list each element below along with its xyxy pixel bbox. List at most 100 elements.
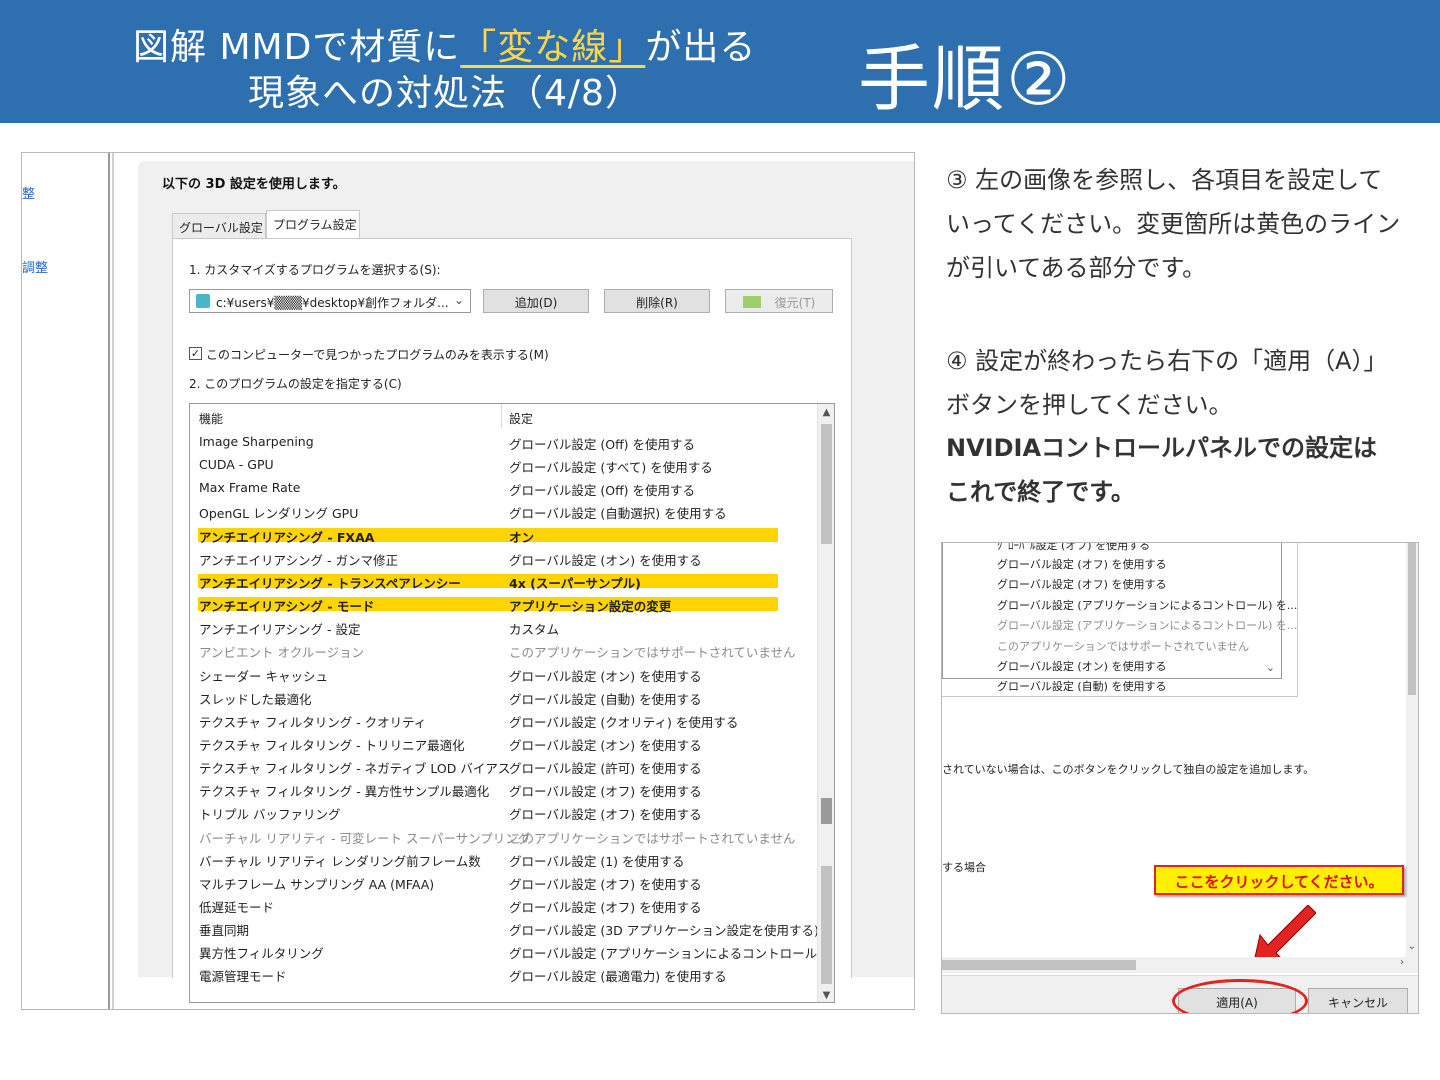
settings-list-crop[interactable]: ｸﾞﾛｰﾊﾞﾙ設定 (オフ) を使用する グローバル設定 (オフ) を使用するグ… [942,543,1297,693]
remove-button[interactable]: 削除(R) [604,289,710,313]
feature-row[interactable]: テクスチャ フィルタリング - クオリティ グローバル設定 (クオリティ) を使用… [190,710,820,730]
feature-setting-value[interactable]: グローバル設定 (Off) を使用する [509,480,695,499]
list-item[interactable]: グローバル設定 (自動) を使用する [997,678,1166,694]
feature-setting-value[interactable]: グローバル設定 (Off) を使用する [509,434,695,453]
sidebar-link-1[interactable]: 整 [22,183,35,202]
feature-name: スレッドした最適化 [199,691,312,707]
column-header-setting[interactable]: 設定 [509,410,533,427]
feature-setting-value[interactable]: グローバル設定 (オフ) を使用する [509,897,702,916]
feature-row[interactable]: CUDA - GPU グローバル設定 (すべて) を使用する [190,455,820,475]
feature-row[interactable]: アンチエイリアシング - 設定 カスタム [190,617,820,637]
feature-setting-value[interactable]: グローバル設定 (オフ) を使用する [509,804,702,823]
list-item[interactable]: グローバル設定 (オフ) を使用する [997,576,1166,592]
list-item[interactable]: グローバル設定 (アプリケーションによるコントロール) を... [997,617,1297,633]
horizontal-scroll-thumb[interactable] [942,960,1136,970]
click-here-callout: ここをクリックしてください。 [1154,865,1404,895]
feature-row[interactable]: 垂直同期 グローバル設定 (3D アプリケーション設定を使用する) ... [190,918,834,939]
feature-setting-value[interactable]: グローバル設定 (オフ) を使用する [509,874,702,893]
feature-setting-value[interactable]: グローバル設定 (自動選択) を使用する [509,503,727,522]
column-header-feature[interactable]: 機能 [199,410,223,427]
pane-divider[interactable] [108,153,114,1009]
feature-row[interactable]: アンチエイリアシング - ガンマ修正 グローバル設定 (オン) を使用する [190,548,820,568]
feature-row[interactable]: 低遅延モード グローバル設定 (オフ) を使用する [190,895,820,915]
feature-row[interactable]: テクスチャ フィルタリング - 異方性サンプル最適化 グローバル設定 (オフ) を… [190,779,820,799]
feature-row[interactable]: Max Frame Rate グローバル設定 (Off) を使用する [190,478,820,498]
feature-row[interactable]: Image Sharpening グローバル設定 (Off) を使用する [190,432,820,452]
feature-row[interactable]: テクスチャ フィルタリング - トリリニア最適化 グローバル設定 (オン) を使用… [190,733,820,753]
feature-row[interactable]: アンチエイリアシング - FXAA オン [190,525,820,545]
column-separator[interactable] [501,404,502,428]
feature-setting-value[interactable]: グローバル設定 (自動) を使用する [509,689,702,708]
feature-row[interactable]: シェーダー キャッシュ グローバル設定 (オン) を使用する [190,664,820,684]
feature-setting-value[interactable]: 4x (スーパーサンプル) [509,573,641,592]
chevron-down-icon[interactable]: ⌄ [1266,661,1275,674]
feature-setting-value[interactable]: このアプリケーションではサポートされていません [509,642,796,661]
feature-row[interactable]: 電源管理モード グローバル設定 (最適電力) を使用する [190,964,820,984]
feature-setting-value[interactable]: グローバル設定 (最適電力) を使用する [509,966,727,985]
feature-row[interactable]: バーチャル リアリティ レンダリング前フレーム数 グローバル設定 (1) を使用す… [190,849,820,869]
panel-title: 以下の 3D 設定を使用します。 [162,177,346,192]
scroll-thumb-upper[interactable] [821,424,832,544]
scroll-thumb[interactable] [821,798,832,824]
chevron-down-icon[interactable]: ⌄ [1406,941,1418,952]
feature-name: 電源管理モード [199,969,287,985]
feature-setting-value[interactable]: グローバル設定 (オフ) を使用する [509,781,702,800]
show-found-programs-label: このコンピューターで見つかったプログラムのみを表示する(M) [206,348,549,362]
list-item[interactable]: グローバル設定 (アプリケーションによるコントロール) を... [997,597,1297,613]
horizontal-scrollbar[interactable]: › [942,957,1418,973]
feature-row[interactable]: バーチャル リアリティ - 可変レート スーパーサンプリング このアプリケーション… [190,826,820,846]
feature-setting-value[interactable]: このアプリケーションではサポートされていません [509,828,796,847]
feature-name: アンチエイリアシング - 設定 [199,622,361,638]
feature-row[interactable]: OpenGL レンダリング GPU グローバル設定 (自動選択) を使用する [190,501,820,521]
tab-global-settings[interactable]: グローバル設定 [172,213,266,239]
show-found-programs-checkbox[interactable]: ✓ [189,347,202,360]
feature-row[interactable]: アンビエント オクルージョン このアプリケーションではサポートされていません [190,640,820,660]
feature-setting-value[interactable]: グローバル設定 (すべて) を使用する [509,457,713,476]
feature-setting-value[interactable]: グローバル設定 (3D アプリケーション設定を使用する) ... [509,920,834,939]
feature-setting-value[interactable]: グローバル設定 (オン) を使用する [509,666,702,685]
feature-setting-value[interactable]: グローバル設定 (クオリティ) を使用する [509,712,738,731]
program-select[interactable]: c:¥users¥▒▒▒¥desktop¥創作フォルダ... ⌄ [189,289,471,313]
tab-program-settings[interactable]: プログラム設定 [266,210,360,239]
feature-setting-value[interactable]: グローバル設定 (オン) を使用する [509,550,702,569]
instruction-step3: ③ 左の画像を参照し、各項目を設定して いってください。変更箇所は黄色のライン … [946,158,1416,290]
list-item[interactable]: グローバル設定 (オン) を使用する [997,658,1166,674]
feature-row[interactable]: テクスチャ フィルタリング - ネガティブ LOD バイアス グローバル設定 (許… [190,756,820,776]
feature-name: テクスチャ フィルタリング - 異方性サンプル最適化 [199,784,490,800]
scroll-up-icon[interactable]: ▲ [818,404,834,421]
scroll-track-lower[interactable] [821,866,832,984]
feature-setting-value[interactable]: アプリケーション設定の変更 [509,596,671,615]
feature-name: OpenGL レンダリング GPU [199,506,359,522]
chevron-right-icon[interactable]: › [1400,957,1404,968]
right-vertical-scrollbar[interactable]: ⌄ [1406,543,1418,963]
cancel-button[interactable]: キャンセル [1308,988,1408,1013]
list-item[interactable]: グローバル設定 (オフ) を使用する [997,556,1166,572]
feature-row[interactable]: マルチフレーム サンプリング AA (MFAA) グローバル設定 (オフ) を使用… [190,872,820,892]
feature-name: マルチフレーム サンプリング AA (MFAA) [199,876,435,892]
feature-setting-value[interactable]: グローバル設定 (アプリケーションによるコントロール) を... [509,943,834,962]
right-scroll-thumb[interactable] [1408,543,1416,695]
feature-setting-value[interactable]: カスタム [509,619,559,638]
feature-setting-value[interactable]: オン [509,527,534,546]
instruction-step3-line1: ③ 左の画像を参照し、各項目を設定して [946,166,1383,194]
feature-setting-value[interactable]: グローバル設定 (1) を使用する [509,851,685,870]
sidebar-link-adjust[interactable]: 調整 [22,257,48,276]
vertical-scrollbar[interactable]: ▲ ▼ [817,404,834,1002]
feature-row[interactable]: アンチエイリアシング - モード アプリケーション設定の変更 [190,594,820,614]
feature-name: 低遅延モード [199,900,275,915]
feature-row[interactable]: 異方性フィルタリング グローバル設定 (アプリケーションによるコントロール) を.… [190,941,834,961]
feature-row[interactable]: アンチエイリアシング - トランスペアレンシー 4x (スーパーサンプル) [190,571,820,591]
feature-settings-list[interactable]: 機能 設定 Image Sharpening グローバル設定 (Off) を使用す… [189,403,835,1003]
add-button[interactable]: 追加(D) [483,289,589,313]
list-item[interactable]: このアプリケーションではサポートされていません [997,638,1249,654]
feature-setting-value[interactable]: グローバル設定 (オン) を使用する [509,735,702,754]
scroll-down-icon[interactable]: ▼ [818,987,834,1002]
feature-name: シェーダー キャッシュ [199,668,328,684]
program-icon [196,294,210,308]
restore-button[interactable]: 復元(T) [725,289,833,313]
program-settings-body: 1. カスタマイズするプログラムを選択する(S): c:¥users¥▒▒▒¥d… [172,238,852,1003]
feature-setting-value[interactable]: グローバル設定 (許可) を使用する [509,758,702,777]
feature-row[interactable]: トリプル バッファリング グローバル設定 (オフ) を使用する [190,802,820,822]
feature-row[interactable]: スレッドした最適化 グローバル設定 (自動) を使用する [190,687,820,707]
feature-name: 垂直同期 [199,923,250,939]
